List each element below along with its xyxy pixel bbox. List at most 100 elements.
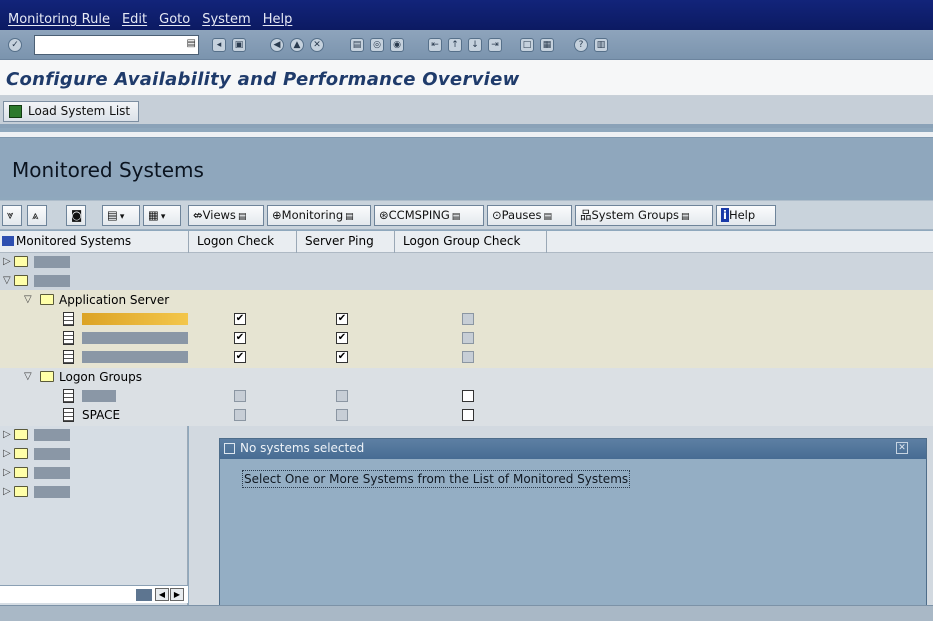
- tree-row-server-3[interactable]: ✔ ✔: [0, 348, 933, 367]
- expand-icon[interactable]: ▷: [3, 256, 11, 267]
- server-ping-checkbox[interactable]: ✔: [336, 332, 348, 344]
- col-monitored-systems-label: Monitored Systems: [16, 234, 132, 248]
- scroll-right-icon[interactable]: ▶: [170, 588, 184, 601]
- expand-icon[interactable]: ▷: [3, 467, 11, 478]
- col-server-ping[interactable]: Server Ping: [297, 231, 395, 253]
- collapse-all-button[interactable]: ⩓: [27, 205, 47, 226]
- exit-icon[interactable]: ▲: [290, 38, 304, 52]
- menu-edit[interactable]: Edit: [122, 12, 147, 27]
- col-logon-check[interactable]: Logon Check: [189, 231, 297, 253]
- menu-items: Monitoring Rule Edit Goto System Help: [8, 12, 292, 27]
- command-field[interactable]: ▤: [34, 35, 199, 55]
- tree-row-server-2[interactable]: ✔ ✔: [0, 329, 933, 348]
- back-icon[interactable]: ◀: [270, 38, 284, 52]
- pauses-button[interactable]: ⊙Pauses ▤: [487, 205, 572, 226]
- logon-check-checkbox[interactable]: ✔: [234, 313, 246, 325]
- folder-icon: [14, 467, 28, 478]
- col-server-ping-label: Server Ping: [305, 234, 374, 248]
- tree-row-system-2[interactable]: ▽: [0, 272, 933, 291]
- find-icon[interactable]: ◎: [370, 38, 384, 52]
- status-bar: [0, 605, 933, 621]
- help-icon[interactable]: ?: [574, 38, 588, 52]
- folder-icon: [14, 429, 28, 440]
- menu-monitoring-rule[interactable]: Monitoring Rule: [8, 12, 110, 27]
- folder-icon: [14, 256, 28, 267]
- application-servers-label: Application Server: [59, 293, 170, 307]
- logon-group-check-checkbox[interactable]: [462, 390, 474, 402]
- space-label: SPACE: [82, 408, 121, 422]
- server-ping-checkbox[interactable]: ✔: [336, 313, 348, 325]
- logon-check-checkbox[interactable]: ✔: [234, 351, 246, 363]
- expand-icon[interactable]: ▷: [3, 429, 11, 440]
- open-folder-icon: [14, 275, 28, 286]
- shortcut-icon[interactable]: ▦: [540, 38, 554, 52]
- ccmsping-button[interactable]: ⊛CCMSPING ▤: [374, 205, 484, 226]
- layout-icon[interactable]: ▥: [594, 38, 608, 52]
- new-session-icon[interactable]: □: [520, 38, 534, 52]
- logon-check-checkbox: [234, 409, 246, 421]
- server-ping-checkbox: [336, 390, 348, 402]
- scrollbar-thumb[interactable]: [136, 589, 152, 601]
- previous-page-icon[interactable]: ↑: [448, 38, 462, 52]
- tree-row-system-1[interactable]: ▷: [0, 253, 933, 272]
- layout-button[interactable]: ▦ ▾: [143, 205, 181, 226]
- dialog-title: No systems selected: [240, 441, 365, 455]
- logon-check-checkbox[interactable]: ✔: [234, 332, 246, 344]
- document-icon: [63, 350, 74, 364]
- collapse-icon[interactable]: ▽: [3, 275, 11, 286]
- menu-system[interactable]: System: [202, 12, 250, 27]
- back-arrow-icon[interactable]: ◂: [212, 38, 226, 52]
- logon-groups-label: Logon Groups: [59, 370, 142, 384]
- col-logon-group-check-label: Logon Group Check: [403, 234, 521, 248]
- tree-horizontal-scrollbar[interactable]: ◀ ▶: [0, 585, 188, 603]
- document-icon: [63, 331, 74, 345]
- tree-row-logon-group-1[interactable]: [0, 387, 933, 406]
- redacted-system-name: [34, 429, 70, 441]
- monitoring-button[interactable]: ⊕Monitoring ▤: [267, 205, 371, 226]
- collapse-icon[interactable]: ▽: [24, 371, 32, 382]
- command-ok-icon[interactable]: ✓: [8, 38, 22, 52]
- tree-row-space[interactable]: SPACE: [0, 406, 933, 425]
- scroll-left-icon[interactable]: ◀: [155, 588, 169, 601]
- save-icon[interactable]: ▣: [232, 38, 246, 52]
- expand-icon[interactable]: ▷: [3, 486, 11, 497]
- logon-group-check-checkbox[interactable]: [462, 409, 474, 421]
- load-system-list-button[interactable]: Load System List: [3, 101, 140, 122]
- first-page-icon[interactable]: ⇤: [428, 38, 442, 52]
- title-bar: Configure Availability and Performance O…: [0, 60, 933, 96]
- redacted-server-name: [82, 313, 188, 325]
- logon-group-check-checkbox: [462, 351, 474, 363]
- cancel-icon[interactable]: ✕: [310, 38, 324, 52]
- server-ping-checkbox[interactable]: ✔: [336, 351, 348, 363]
- tree-row-server-1[interactable]: ✔ ✔: [0, 310, 933, 329]
- print-icon[interactable]: ▤: [350, 38, 364, 52]
- views-label: Views: [202, 208, 236, 222]
- system-groups-button[interactable]: 品System Groups ▤: [575, 205, 713, 226]
- info-icon: i: [721, 208, 729, 222]
- collapse-icon[interactable]: ▽: [24, 294, 32, 305]
- last-page-icon[interactable]: ⇥: [488, 38, 502, 52]
- print-list-button[interactable]: ▤ ▾: [102, 205, 140, 226]
- command-dropdown-icon[interactable]: ▤: [187, 38, 196, 49]
- col-logon-group-check[interactable]: Logon Group Check: [395, 231, 547, 253]
- col-logon-check-label: Logon Check: [197, 234, 275, 248]
- expand-all-button[interactable]: ⩔: [2, 205, 22, 226]
- find-tree-button[interactable]: ◙: [66, 205, 86, 226]
- close-icon[interactable]: ✕: [896, 442, 908, 454]
- menu-help[interactable]: Help: [263, 12, 293, 27]
- find-next-icon[interactable]: ◉: [390, 38, 404, 52]
- separator: [0, 132, 933, 138]
- redacted-system-name: [34, 467, 70, 479]
- next-page-icon[interactable]: ↓: [468, 38, 482, 52]
- menu-goto[interactable]: Goto: [159, 12, 190, 27]
- redacted-server-name: [82, 332, 188, 344]
- tree-row-application-servers[interactable]: ▽ Application Server: [0, 291, 933, 310]
- help-button[interactable]: i Help: [716, 205, 776, 226]
- views-button[interactable]: ⇎Views ▤: [188, 205, 264, 226]
- dialog-title-bar[interactable]: No systems selected ✕: [220, 439, 926, 459]
- ccmsping-label: CCMSPING: [388, 208, 450, 222]
- no-systems-selected-dialog: No systems selected ✕ Select One or More…: [219, 438, 927, 621]
- col-monitored-systems[interactable]: Monitored Systems: [0, 231, 189, 253]
- expand-icon[interactable]: ▷: [3, 448, 11, 459]
- tree-row-logon-groups[interactable]: ▽ Logon Groups: [0, 368, 933, 387]
